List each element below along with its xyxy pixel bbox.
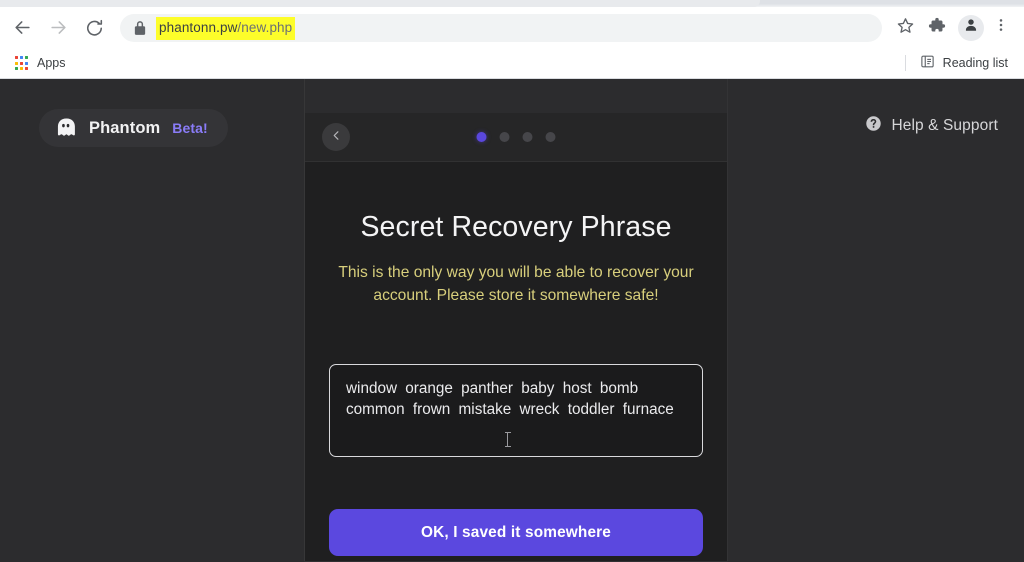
modal-subtitle: This is the only way you will be able to… (338, 264, 694, 304)
chrome-menu-button[interactable] (988, 13, 1014, 43)
profile-avatar-icon (963, 17, 979, 38)
bookmark-star-button[interactable] (890, 13, 920, 43)
active-tab[interactable] (0, 0, 760, 7)
chevron-left-icon (331, 128, 342, 146)
address-bar[interactable]: phantonn.pw/new.php (120, 13, 882, 42)
modal-header (305, 113, 727, 162)
reading-list-button[interactable]: Reading list (914, 51, 1014, 75)
apps-shortcut-label: Apps (37, 56, 66, 70)
onboarding-progress-dots (476, 132, 556, 142)
bookmarks-divider (904, 55, 906, 71)
reload-button[interactable] (78, 12, 110, 44)
phantom-brand-name: Phantom (89, 118, 161, 137)
back-button[interactable] (6, 12, 38, 44)
bookmarks-bar: Apps Reading list (0, 48, 1024, 79)
seed-phrase-text: window orange panther baby host bomb com… (346, 380, 674, 418)
url-path: /new.php (237, 19, 293, 35)
tab-strip (0, 0, 1024, 7)
modal-top-gap (305, 79, 727, 113)
arrow-left-icon (13, 18, 32, 37)
reload-icon (85, 18, 104, 37)
forward-button[interactable] (42, 12, 74, 44)
arrow-right-icon (49, 18, 68, 37)
address-bar-url[interactable]: phantonn.pw/new.php (156, 17, 296, 38)
apps-shortcut[interactable]: Apps (8, 53, 72, 74)
reading-list-label: Reading list (942, 56, 1008, 70)
phantom-brand[interactable]: Phantom Beta! (39, 109, 228, 147)
extensions-puzzle-icon (928, 16, 946, 39)
seed-phrase-field[interactable]: window orange panther baby host bomb com… (329, 364, 703, 457)
phantom-page: Phantom Beta! Secret Recovery Phrase Thi… (0, 79, 1024, 561)
ghost-icon (55, 117, 77, 139)
help-and-support-link[interactable]: Help & Support (865, 115, 998, 137)
progress-dot-3 (522, 132, 533, 142)
progress-dot-2 (499, 132, 510, 142)
browser-chrome: phantonn.pw/new.php Apps Reading list (0, 0, 1024, 79)
modal-body: Secret Recovery Phrase This is the only … (305, 162, 727, 561)
help-and-support-label: Help & Support (891, 117, 998, 134)
phantom-beta-badge: Beta! (172, 120, 208, 136)
browser-toolbar: phantonn.pw/new.php (0, 7, 1024, 48)
reading-list-icon (920, 54, 935, 72)
profile-button[interactable] (958, 14, 984, 41)
page-title: Secret Recovery Phrase (360, 211, 672, 243)
three-dot-menu-icon (993, 17, 1009, 38)
extensions-button[interactable] (922, 13, 952, 43)
help-circle-icon (865, 115, 882, 137)
progress-dot-1 (476, 132, 487, 142)
confirm-saved-button[interactable]: OK, I saved it somewhere (329, 509, 703, 556)
left-pane: Phantom Beta! (0, 79, 305, 561)
lock-icon (134, 20, 146, 35)
right-pane: Help & Support (727, 79, 1024, 561)
modal-back-button[interactable] (322, 123, 350, 151)
bookmark-star-icon (897, 17, 914, 39)
text-cursor-icon (504, 432, 511, 447)
url-host: phantonn.pw (159, 19, 238, 35)
recovery-phrase-modal: Secret Recovery Phrase This is the only … (305, 79, 727, 561)
progress-dot-4 (545, 132, 556, 142)
apps-grid-icon (14, 56, 29, 71)
